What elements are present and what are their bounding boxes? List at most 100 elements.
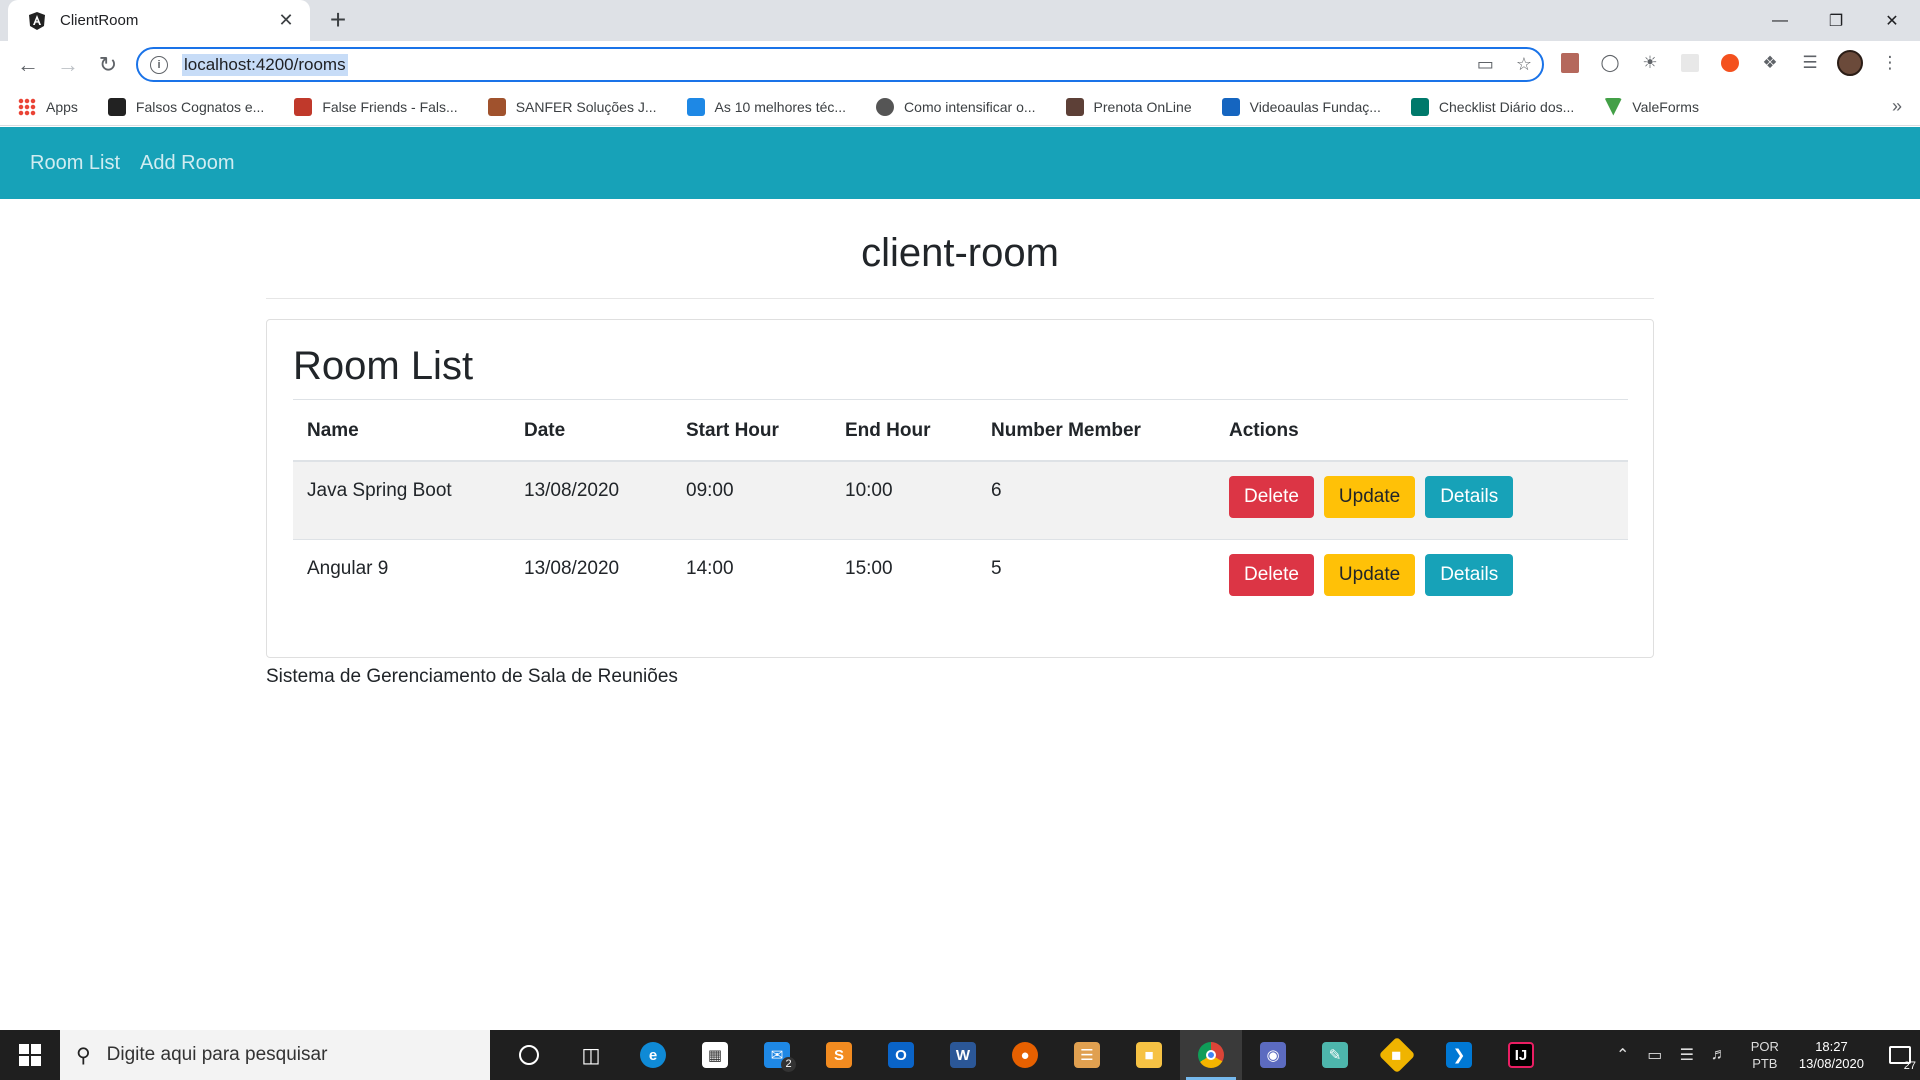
bookmark-favicon-icon [1410,97,1429,116]
bookmark-apps[interactable]: Apps [18,97,78,116]
bookmark-favicon-icon [294,97,313,116]
cortana-icon[interactable] [498,1030,560,1080]
bookmark-item[interactable]: False Friends - Fals... [294,97,458,116]
cell-actions: Delete Update Details [1215,460,1628,539]
new-tab-button[interactable]: + [322,6,354,36]
puzzle-extensions-icon[interactable]: ❖ [1756,49,1784,77]
code-extension-icon[interactable]: ◯ [1596,49,1624,77]
outlook-icon[interactable]: O [870,1030,932,1080]
volume-icon[interactable]: ♬ [1703,1046,1735,1064]
bookmark-favicon-icon [1221,97,1240,116]
bookmark-item[interactable]: Prenota OnLine [1065,97,1192,116]
firefox-icon[interactable]: ● [994,1030,1056,1080]
blank-extension-icon[interactable] [1676,49,1704,77]
git-app-icon[interactable]: ◆ [1366,1030,1428,1080]
delete-button[interactable]: Delete [1229,553,1314,596]
notes-app-icon[interactable]: ✎ [1304,1030,1366,1080]
maximize-icon[interactable]: ❐ [1808,0,1864,41]
store-icon[interactable]: ▦ [684,1030,746,1080]
update-button[interactable]: Update [1323,553,1416,596]
bookmarks-bar: Apps Falsos Cognatos e... False Friends … [0,88,1920,126]
nav-link-room-list[interactable]: Room List [30,152,120,175]
layers-app-icon[interactable]: ☰ [1056,1030,1118,1080]
update-button[interactable]: Update [1323,476,1416,518]
cell-number-member: 5 [977,538,1215,617]
browser-menu-icon[interactable]: ⋮ [1876,49,1904,77]
battery-icon[interactable]: ▭ [1639,1045,1671,1065]
room-list-card: Room List Name Date Start Hour End Hour … [266,319,1654,658]
app-navbar: Room List Add Room [0,127,1920,199]
bookmark-item[interactable]: ValeForms [1604,97,1699,116]
details-button[interactable]: Details [1425,476,1514,518]
minimize-icon[interactable]: — [1752,0,1808,41]
cast-icon[interactable]: ▭ [1477,54,1494,75]
bookmark-favicon-icon [487,97,506,116]
bookmark-star-icon[interactable]: ☆ [1516,54,1532,75]
language-indicator[interactable]: POR PTB [1751,1038,1779,1072]
cell-actions: Delete Update Details [1215,538,1628,617]
nav-link-add-room[interactable]: Add Room [140,152,235,175]
windows-start-icon[interactable] [0,1030,60,1080]
vscode-icon[interactable]: ❯ [1428,1030,1490,1080]
cell-number-member: 6 [977,460,1215,539]
main-container: client-room Room List Name Date Start Ho… [266,199,1654,688]
address-bar[interactable]: i localhost:4200/rooms ▭ ☆ [136,47,1544,82]
browser-tab-strip: ClientRoom ✕ + — ❐ ✕ [0,0,1920,41]
cell-start-hour: 14:00 [672,538,831,617]
site-info-icon[interactable]: i [150,55,168,74]
word-icon[interactable]: W [932,1030,994,1080]
card-title: Room List [293,344,474,388]
header-end-hour: End Hour [831,399,977,462]
recording-app-icon[interactable]: ◉ [1242,1030,1304,1080]
bookmark-item[interactable]: Videoaulas Fundaç... [1221,97,1381,116]
bookmark-item[interactable]: Checklist Diário dos... [1410,97,1574,116]
header-number-member: Number Member [977,399,1215,462]
chevron-up-icon[interactable]: ⌃ [1607,1045,1639,1065]
intellij-icon[interactable]: IJ [1490,1030,1552,1080]
back-arrow-icon[interactable]: ← [12,49,44,81]
cell-name: Angular 9 [293,538,510,617]
wifi-icon[interactable]: ☰ [1671,1045,1703,1065]
clock[interactable]: 18:27 13/08/2020 [1799,1038,1864,1072]
header-actions: Actions [1215,399,1628,462]
rooms-table: Name Date Start Hour End Hour Number Mem… [293,399,1628,617]
table-header-row: Name Date Start Hour End Hour Number Mem… [293,399,1628,462]
chrome-icon[interactable] [1180,1030,1242,1080]
address-url[interactable]: localhost:4200/rooms [182,53,348,76]
media-controls-icon[interactable]: ☰ [1796,49,1824,77]
header-start-hour: Start Hour [672,399,831,462]
bookmark-favicon-icon [1065,97,1084,116]
header-name: Name [293,399,510,462]
close-window-icon[interactable]: ✕ [1864,0,1920,41]
sync-extension-icon[interactable]: ☀ [1636,49,1664,77]
header-date: Date [510,399,672,462]
file-explorer-icon[interactable]: ■ [1118,1030,1180,1080]
delete-button[interactable]: Delete [1229,476,1314,518]
bookmark-item[interactable]: As 10 melhores téc... [686,97,846,116]
bookmark-item[interactable]: Como intensificar o... [876,97,1036,116]
cell-date: 13/08/2020 [510,460,672,539]
table-row: Java Spring Boot 13/08/2020 09:00 10:00 … [293,460,1628,539]
bookmark-item[interactable]: Falsos Cognatos e... [107,97,264,116]
forward-arrow-icon[interactable]: → [52,49,84,81]
notification-center-icon[interactable]: 27 [1880,1030,1920,1080]
tab-title: ClientRoom [60,12,139,29]
pdf-extension-icon[interactable] [1556,49,1584,77]
orange-extension-icon[interactable] [1716,49,1744,77]
more-bookmarks-icon[interactable]: » [1892,96,1902,117]
angular-favicon-icon [26,10,48,32]
browser-tab[interactable]: ClientRoom ✕ [8,0,310,41]
close-tab-icon[interactable]: ✕ [274,10,298,31]
details-button[interactable]: Details [1425,553,1514,596]
sublime-icon[interactable]: S [808,1030,870,1080]
reload-icon[interactable]: ↻ [92,49,124,81]
edge-icon[interactable]: e [622,1030,684,1080]
cell-name: Java Spring Boot [293,460,510,539]
task-view-icon[interactable]: ◫ [560,1030,622,1080]
system-tray: ⌃ ▭ ☰ ♬ POR PTB 18:27 13/08/2020 27 [1607,1030,1920,1080]
bookmark-item[interactable]: SANFER Soluções J... [487,97,657,116]
profile-avatar[interactable] [1836,49,1864,77]
cell-end-hour: 15:00 [831,538,977,617]
taskbar-search-input[interactable]: ⚲ Digite aqui para pesquisar [60,1030,490,1080]
mail-icon[interactable]: ✉ 2 [746,1030,808,1080]
